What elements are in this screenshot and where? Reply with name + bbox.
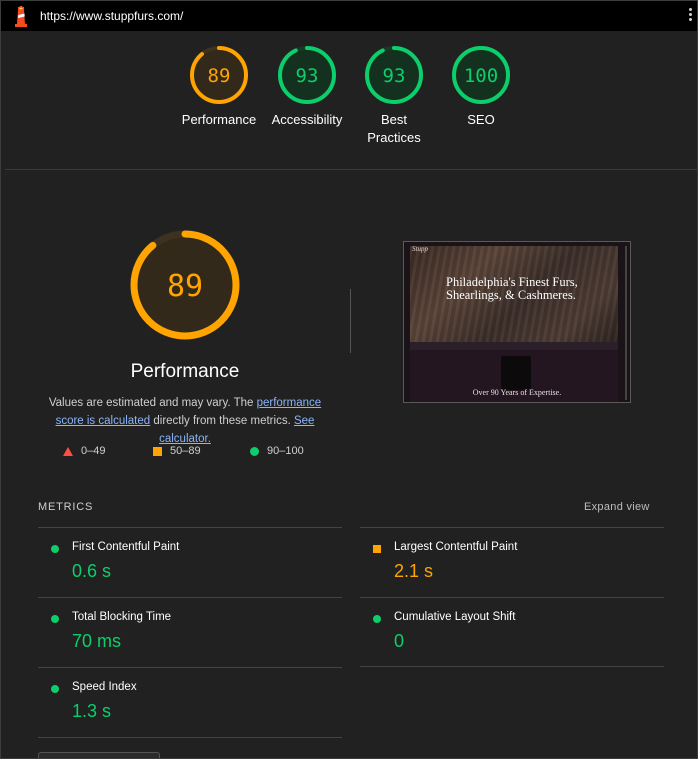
gauge-score: 89 [208,65,231,87]
gauge-seo[interactable]: 100 SEO [436,45,526,129]
page-url[interactable]: https://www.stuppfurs.com/ [40,9,183,23]
performance-description: Values are estimated and may vary. The p… [37,394,333,448]
metric-title: Total Blocking Time [72,611,172,623]
metric-first-contentful-paint: First Contentful Paint 0.6 s [38,528,338,598]
average-square-icon [373,545,381,553]
performance-title: Performance [130,361,240,382]
desc-text: directly from these metrics. [150,415,294,427]
legend-pass: 90–100 [250,445,304,457]
gauge-label: Accessibility [271,112,343,127]
gauge-label: SEO [467,112,495,127]
report-frame: https://www.stuppfurs.com/ 89 Performanc… [0,0,698,759]
site-logo: Stupp [412,245,428,253]
pass-circle-icon [51,685,59,693]
gauge-score: 100 [464,65,498,87]
gauge-ring: 89 [190,46,248,104]
gauge-label: Performance [181,112,257,127]
legend-label: 50–89 [170,445,201,457]
pass-circle-icon [373,615,381,623]
metrics-header: METRICS [38,501,94,513]
square-icon [153,446,162,456]
site-headline: Philadelphia's Finest Furs, Shearlings, … [446,275,578,302]
pass-circle-icon [51,615,59,623]
gauge-label: Best Practices [367,112,421,145]
site-tagline: Over 90 Years of Expertise. [472,388,562,397]
metric-value: 2.1 s [394,561,434,581]
metric-cumulative-layout-shift: Cumulative Layout Shift 0 [360,598,660,668]
metric-speed-index: Speed Index 1.3 s [38,668,338,738]
gauge-performance[interactable]: 89 Performance [174,45,264,129]
metric-title: First Contentful Paint [72,541,180,553]
gauge-best-practices[interactable]: 93 Best Practices [349,45,439,147]
circle-icon [250,446,259,456]
expand-view-toggle[interactable]: Expand view [584,501,650,513]
metric-title: Largest Contentful Paint [394,541,518,553]
final-screenshot[interactable]: Stupp Philadelphia's Finest Furs, Shearl… [403,241,631,403]
performance-score: 89 [167,269,203,304]
legend-label: 0–49 [81,445,106,457]
performance-gauge: 89 [130,230,240,340]
triangle-icon [63,446,73,456]
legend-fail: 0–49 [63,445,105,457]
header-divider [5,169,697,170]
thumbnail-scrollbar [625,246,627,400]
category-gauges: 89 Performance 93 Accessibility 93 Best … [1,45,697,169]
metric-value: 0 [394,631,405,651]
gauge-ring: 93 [278,46,336,104]
view-treemap-button[interactable] [38,752,160,758]
legend-average: 50–89 [153,445,201,457]
metric-largest-contentful-paint: Largest Contentful Paint 2.1 s [360,528,660,598]
metric-total-blocking-time: Total Blocking Time 70 ms [38,598,338,668]
gauge-score: 93 [383,65,406,87]
metric-value: 70 ms [72,631,122,651]
desc-text: Values are estimated and may vary. The [48,397,257,409]
metric-title: Speed Index [72,681,137,693]
metrics-divider [38,737,342,738]
metric-title: Cumulative Layout Shift [394,611,516,623]
metric-value: 0.6 s [72,561,112,581]
people-image [501,356,531,390]
gauge-ring: 93 [365,46,423,104]
gauge-ring: 100 [452,46,510,104]
metric-value: 1.3 s [72,701,112,721]
gauge-score: 93 [296,65,319,87]
hero-band [410,342,618,350]
gauge-accessibility[interactable]: 93 Accessibility [262,45,352,129]
summary-divider [350,289,351,353]
lighthouse-icon [15,6,27,27]
metrics-divider [360,666,664,667]
pass-circle-icon [51,545,59,553]
top-bar: https://www.stuppfurs.com/ [1,1,697,31]
kebab-menu-icon[interactable] [689,8,693,24]
legend-label: 90–100 [267,445,304,457]
